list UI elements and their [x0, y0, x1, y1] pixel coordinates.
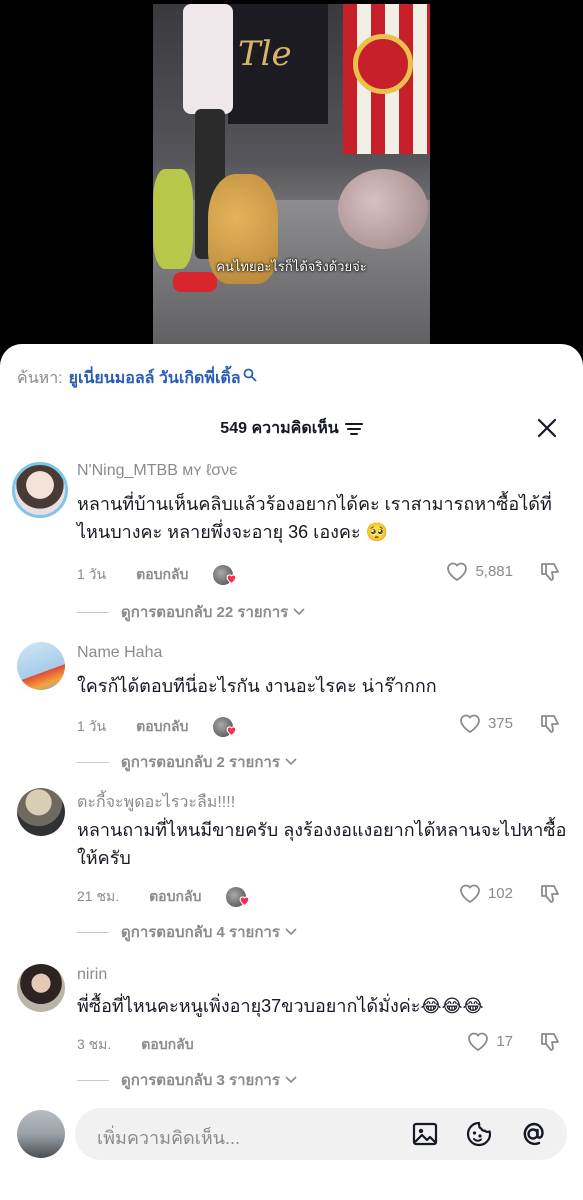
comment-meta: 21 ชม. ตอบกลับ	[77, 886, 250, 908]
comment-author[interactable]: N'Ning_MTBB ᴍʏ ℓσνє	[77, 462, 237, 480]
view-replies-label: ดูการตอบกลับ 22 รายการ	[121, 604, 289, 621]
comment-author[interactable]: nirin	[77, 966, 107, 984]
like-count: 375	[487, 714, 513, 732]
comment-time: 1 วัน	[77, 566, 107, 582]
comment-text: ใครก้ได้ตอบทีนี่อะไรกัน งานอะไรคะ น่าร๊า…	[77, 676, 437, 696]
view-replies-button[interactable]: ดูการตอบกลับ 3 รายการ	[77, 1068, 297, 1092]
heart-icon	[447, 562, 468, 582]
comment-input[interactable]: เพิ่มความคิดเห็น...	[75, 1108, 567, 1160]
comments-header: 549 ความคิดเห็น	[0, 416, 583, 446]
comment-meta: 1 วัน ตอบกลับ	[77, 716, 237, 738]
video-poster-text: Tle	[238, 34, 292, 74]
view-replies-label: ดูการตอบกลับ 3 รายการ	[121, 1072, 280, 1089]
comment-text: พี่ซื้อที่ไหนคะหนูเพิ่งอายุ37ขวบอยากได้ม…	[77, 996, 484, 1016]
chevron-down-icon	[285, 1076, 297, 1084]
comment-text: หลานที่บ้านเห็นคลิบแล้วร้องอยากได้คะ เรา…	[77, 494, 552, 542]
dislike-icon[interactable]	[539, 560, 563, 584]
heart-icon	[468, 1032, 489, 1052]
comment-text: หลานถามที่ไหนมีขายครับ ลุงร้องงอแงอยากได…	[77, 820, 567, 868]
comment-author[interactable]: Name Haha	[77, 644, 162, 662]
like-count: 17	[496, 1032, 513, 1050]
creator-liked-badge	[213, 565, 237, 585]
dislike-icon[interactable]	[539, 882, 563, 906]
comment-time: 1 วัน	[77, 718, 107, 734]
view-replies-button[interactable]: ดูการตอบกลับ 4 รายการ	[77, 920, 297, 944]
filter-icon[interactable]	[344, 422, 363, 436]
replies-divider	[77, 931, 109, 933]
comment-count: 549 ความคิดเห็น	[220, 420, 339, 437]
comment-composer: เพิ่มความคิดเห็น...	[0, 1106, 583, 1176]
reply-button[interactable]: ตอบกลับ	[149, 886, 201, 908]
like-count: 102	[487, 884, 513, 902]
heart-icon	[460, 884, 480, 904]
comments-sheet: ค้นหา: ยูเนี่ยนมอลล์ วันเกิดพี่เติ้ล 549…	[0, 344, 583, 1200]
creator-liked-badge	[226, 887, 250, 907]
dislike-icon[interactable]	[539, 1030, 563, 1054]
like-button[interactable]: 102	[458, 882, 513, 904]
comment-meta: 1 วัน ตอบกลับ	[77, 564, 237, 586]
replies-divider	[77, 611, 109, 613]
comment-time: 3 ชม.	[77, 1036, 112, 1052]
reply-button[interactable]: ตอบกลับ	[136, 716, 188, 738]
heart-icon	[227, 726, 237, 737]
video-area[interactable]: Tle คนไทยอะไรก็ได้จริงด้วยจ่ะ	[0, 0, 583, 350]
reply-button[interactable]: ตอบกลับ	[136, 564, 188, 586]
view-replies-button[interactable]: ดูการตอบกลับ 22 รายการ	[77, 600, 305, 624]
video-elephant-balloon	[338, 169, 428, 249]
chevron-down-icon	[285, 928, 297, 936]
view-replies-button[interactable]: ดูการตอบกลับ 2 รายการ	[77, 750, 297, 774]
avatar[interactable]	[17, 642, 65, 690]
like-button[interactable]: 375	[458, 712, 513, 734]
chevron-down-icon	[285, 758, 297, 766]
my-avatar[interactable]	[17, 1110, 65, 1158]
like-button[interactable]: 5,881	[445, 560, 513, 582]
comment-time: 21 ชม.	[77, 888, 120, 904]
video-caption: คนไทยอะไรก็ได้จริงด้วยจ่ะ	[216, 259, 367, 274]
like-count: 5,881	[475, 562, 513, 580]
avatar[interactable]	[12, 462, 68, 518]
close-icon[interactable]	[537, 418, 557, 438]
search-suggestion[interactable]: ค้นหา: ยูเนี่ยนมอลล์ วันเกิดพี่เติ้ล	[17, 366, 257, 391]
heart-icon	[460, 714, 480, 734]
reply-button[interactable]: ตอบกลับ	[141, 1034, 193, 1056]
heart-icon	[227, 574, 237, 585]
avatar[interactable]	[17, 964, 65, 1012]
avatar[interactable]	[17, 788, 65, 836]
replies-divider	[77, 1079, 109, 1081]
comment-input-placeholder: เพิ่มความคิดเห็น...	[97, 1128, 241, 1148]
video-frame[interactable]: Tle คนไทยอะไรก็ได้จริงด้วยจ่ะ	[153, 4, 430, 350]
comment-author[interactable]: ตะกี้จะพูดอะไรวะลืม!!!!	[77, 790, 235, 815]
emoji-icon[interactable]	[465, 1120, 493, 1148]
search-prefix: ค้นหา:	[17, 370, 63, 387]
chevron-down-icon	[293, 608, 305, 616]
view-replies-label: ดูการตอบกลับ 2 รายการ	[121, 754, 280, 771]
view-replies-label: ดูการตอบกลับ 4 รายการ	[121, 924, 280, 941]
dislike-icon[interactable]	[539, 712, 563, 736]
comment-meta: 3 ชม. ตอบกลับ	[77, 1034, 194, 1056]
search-term-link[interactable]: ยูเนี่ยนมอลล์ วันเกิดพี่เติ้ล	[69, 366, 241, 391]
heart-icon	[240, 896, 250, 907]
replies-divider	[77, 761, 109, 763]
video-dice-sign	[353, 34, 413, 94]
image-icon[interactable]	[411, 1120, 439, 1148]
search-icon	[243, 368, 257, 381]
like-button[interactable]: 17	[466, 1030, 513, 1052]
creator-liked-badge	[213, 717, 237, 737]
mention-icon[interactable]	[519, 1120, 547, 1148]
